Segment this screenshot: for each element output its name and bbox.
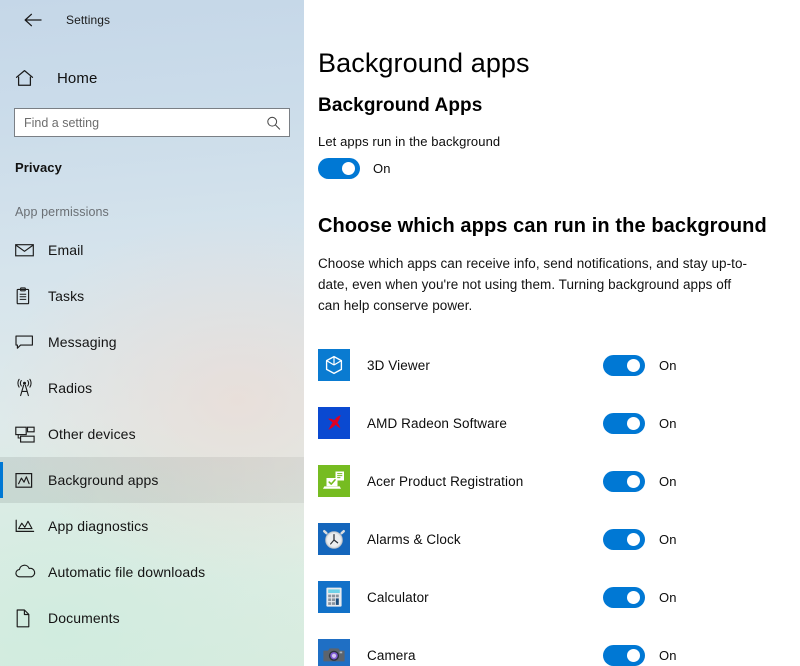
toggle-knob bbox=[627, 416, 640, 430]
sidebar: Settings Home Find a setting Privacy App… bbox=[0, 0, 304, 666]
sidebar-item-background-apps[interactable]: Background apps bbox=[0, 457, 304, 503]
app-toggle-switch[interactable] bbox=[603, 470, 645, 492]
clipboard-icon bbox=[15, 287, 41, 305]
cloud-icon bbox=[15, 564, 41, 579]
chat-bubble-icon bbox=[15, 334, 41, 350]
sidebar-item-email-label: Email bbox=[48, 242, 84, 258]
sidebar-group-title: App permissions bbox=[15, 205, 109, 219]
sidebar-item-home[interactable]: Home bbox=[0, 58, 304, 98]
master-toggle-state: On bbox=[373, 161, 391, 176]
app-toggle-switch[interactable] bbox=[603, 528, 645, 550]
toggle-knob bbox=[627, 648, 640, 662]
back-arrow-icon[interactable] bbox=[12, 5, 54, 35]
app-toggle-state: On bbox=[659, 647, 677, 663]
sidebar-nav-list: Email Tasks Messaging Radios Other devic… bbox=[0, 227, 304, 641]
sidebar-item-app-diagnostics[interactable]: App diagnostics bbox=[0, 503, 304, 549]
title-bar: Settings bbox=[0, 0, 304, 40]
sidebar-item-app-diagnostics-label: App diagnostics bbox=[48, 518, 149, 534]
diagnostics-icon bbox=[15, 518, 41, 534]
settings-window: Settings Home Find a setting Privacy App… bbox=[0, 0, 800, 666]
master-toggle-label: Let apps run in the background bbox=[318, 134, 501, 149]
app-name: Camera bbox=[367, 647, 416, 663]
devices-icon bbox=[15, 426, 41, 443]
app-toggle-switch[interactable] bbox=[603, 354, 645, 376]
home-icon bbox=[15, 69, 45, 87]
sidebar-item-other-devices-label: Other devices bbox=[48, 426, 136, 442]
list-item: AMD Radeon Software On bbox=[318, 394, 800, 452]
master-toggle-row: On bbox=[318, 158, 800, 179]
toggle-knob bbox=[627, 590, 640, 604]
sidebar-section-title: Privacy bbox=[15, 160, 62, 175]
sidebar-item-background-apps-label: Background apps bbox=[48, 472, 159, 488]
toggle-knob bbox=[627, 474, 640, 488]
app-toggle-switch[interactable] bbox=[603, 644, 645, 666]
app-name: AMD Radeon Software bbox=[367, 415, 507, 431]
sidebar-item-documents[interactable]: Documents bbox=[0, 595, 304, 641]
sidebar-scroll-pane: Settings Home Find a setting Privacy App… bbox=[0, 0, 304, 666]
search-box[interactable] bbox=[14, 108, 290, 137]
sidebar-item-automatic-file-downloads[interactable]: Automatic file downloads bbox=[0, 549, 304, 595]
envelope-icon bbox=[15, 243, 41, 257]
toggle-knob bbox=[627, 532, 640, 546]
document-icon bbox=[15, 608, 41, 628]
app-toggle-state: On bbox=[659, 589, 677, 605]
sidebar-item-documents-label: Documents bbox=[48, 610, 120, 626]
list-item: Calculator On bbox=[318, 568, 800, 626]
calculator-icon bbox=[318, 581, 350, 613]
sidebar-item-radios[interactable]: Radios bbox=[0, 365, 304, 411]
master-toggle-switch[interactable] bbox=[318, 158, 360, 179]
sidebar-item-tasks-label: Tasks bbox=[48, 288, 85, 304]
sidebar-item-messaging-label: Messaging bbox=[48, 334, 117, 350]
list-item: Camera On bbox=[318, 626, 800, 666]
sidebar-item-radios-label: Radios bbox=[48, 380, 93, 396]
sidebar-item-email[interactable]: Email bbox=[0, 227, 304, 273]
toggle-knob bbox=[627, 358, 640, 372]
search-icon[interactable] bbox=[266, 115, 281, 130]
search-input[interactable] bbox=[15, 109, 289, 136]
page-title: Background apps bbox=[318, 48, 530, 78]
list-item: Acer Product Registration On bbox=[318, 452, 800, 510]
app-name: 3D Viewer bbox=[367, 357, 430, 373]
app-name: Calculator bbox=[367, 589, 429, 605]
app-toggle-state: On bbox=[659, 415, 677, 431]
alarms-clock-icon bbox=[318, 523, 350, 555]
choose-apps-heading: Choose which apps can run in the backgro… bbox=[318, 215, 767, 237]
list-item: Alarms & Clock On bbox=[318, 510, 800, 568]
sidebar-item-messaging[interactable]: Messaging bbox=[0, 319, 304, 365]
3d-viewer-icon bbox=[318, 349, 350, 381]
app-list: 3D Viewer On AMD Radeon Software On Acer… bbox=[318, 336, 800, 666]
toggle-knob bbox=[342, 162, 355, 175]
app-toggle-state: On bbox=[659, 531, 677, 547]
app-name: Acer Product Registration bbox=[367, 473, 524, 489]
app-toggle-switch[interactable] bbox=[603, 412, 645, 434]
app-toggle-switch[interactable] bbox=[603, 586, 645, 608]
main-content: Background apps Background Apps Let apps… bbox=[304, 0, 800, 666]
app-name: Alarms & Clock bbox=[367, 531, 461, 547]
background-apps-subheading: Background Apps bbox=[318, 95, 483, 116]
sidebar-item-automatic-file-downloads-label: Automatic file downloads bbox=[48, 564, 206, 580]
app-toggle-state: On bbox=[659, 357, 677, 373]
sidebar-item-other-devices[interactable]: Other devices bbox=[0, 411, 304, 457]
background-apps-icon bbox=[15, 472, 41, 489]
amd-radeon-icon bbox=[318, 407, 350, 439]
sidebar-item-home-label: Home bbox=[57, 69, 98, 87]
sidebar-item-tasks[interactable]: Tasks bbox=[0, 273, 304, 319]
window-title: Settings bbox=[66, 13, 111, 27]
radio-tower-icon bbox=[15, 378, 41, 397]
choose-apps-description: Choose which apps can receive info, send… bbox=[318, 256, 748, 313]
app-toggle-state: On bbox=[659, 473, 677, 489]
camera-icon bbox=[318, 639, 350, 666]
list-item: 3D Viewer On bbox=[318, 336, 800, 394]
acer-registration-icon bbox=[318, 465, 350, 497]
